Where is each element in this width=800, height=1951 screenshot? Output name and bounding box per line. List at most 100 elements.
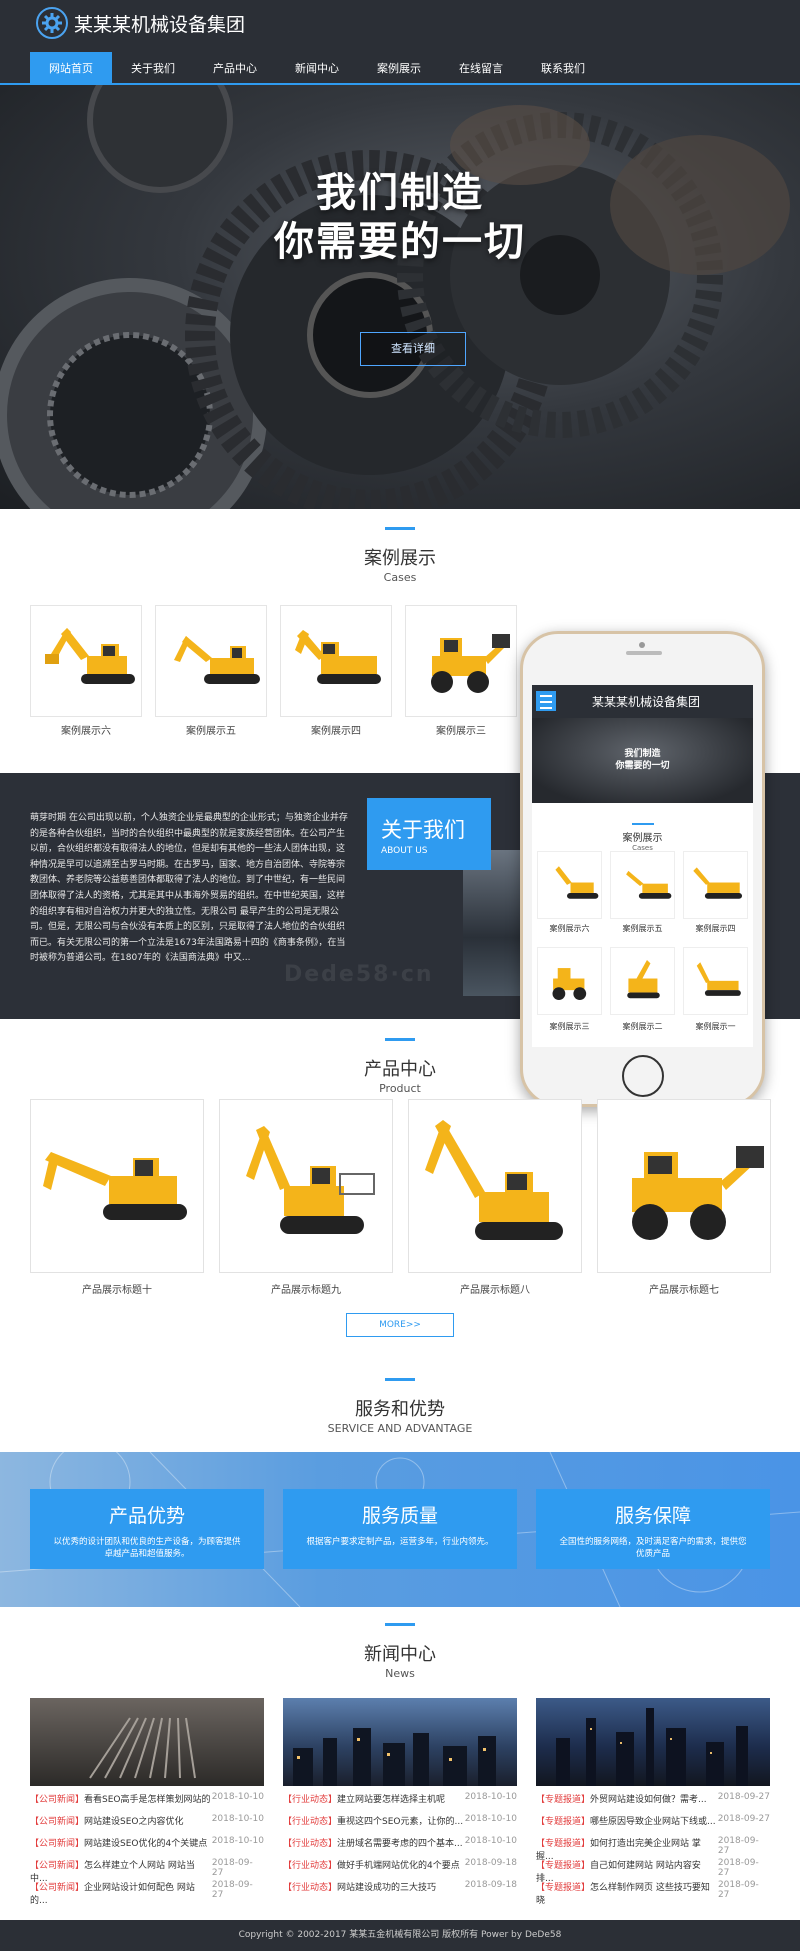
- phone-case-label[interactable]: 案例展示一: [683, 1021, 748, 1032]
- phone-case-label[interactable]: 案例展示六: [537, 923, 602, 934]
- phone-case-card[interactable]: [537, 851, 602, 919]
- news-title: 哪些原因导致企业网站下线或...: [590, 1817, 716, 1827]
- news-item[interactable]: 【公司新闻】企业网站设计如何配色 网站的... 2018-09-27: [30, 1880, 264, 1906]
- news-item[interactable]: 【行业动态】网站建设成功的三大技巧 2018-09-18: [283, 1880, 517, 1900]
- case-label[interactable]: 案例展示四: [280, 722, 392, 737]
- nav-item-message[interactable]: 在线留言: [440, 52, 522, 85]
- news-item[interactable]: 【公司新闻】怎么样建立个人网站 网站当中... 2018-09-27: [30, 1858, 264, 1884]
- service-card-title: 产品优势: [108, 1505, 185, 1527]
- news-image-city[interactable]: [283, 1698, 517, 1786]
- phone-cases-heading: 案例展示 Cases: [532, 823, 753, 852]
- news-tag: 【公司新闻】: [30, 1883, 85, 1893]
- phone-banner-line-2: 你需要的一切: [615, 761, 670, 771]
- phone-case-label[interactable]: 案例展示二: [610, 1021, 675, 1032]
- nav-item-products[interactable]: 产品中心: [194, 52, 276, 85]
- product-label[interactable]: 产品展示标题七: [597, 1281, 771, 1296]
- service-card[interactable]: 产品优势 以优秀的设计团队和优良的生产设备，为顾客提供卓越产品和超值服务。: [30, 1489, 264, 1569]
- products-en: Product: [379, 1082, 421, 1095]
- phone-speaker: [626, 651, 662, 655]
- product-card[interactable]: [597, 1099, 771, 1273]
- footer-copyright: Copyright © 2002-2017 某某五金机械有限公司 版权所有 Po…: [0, 1920, 800, 1951]
- news-tag: 【行业动态】: [283, 1861, 338, 1871]
- case-card[interactable]: [280, 605, 392, 717]
- news-date: 2018-09-27: [717, 1792, 770, 1802]
- news-date: 2018-10-10: [211, 1836, 264, 1846]
- news-tag: 【专题报道】: [536, 1861, 591, 1871]
- phone-banner: 我们制造 你需要的一切: [532, 718, 753, 803]
- case-label[interactable]: 案例展示五: [155, 722, 267, 737]
- wheel-loader-image: [632, 1146, 764, 1240]
- case-card[interactable]: [30, 605, 142, 717]
- news-item[interactable]: 【专题报道】怎么样制作网页 这些技巧要知晓 2018-09-27: [536, 1880, 770, 1906]
- news-tag: 【行业动态】: [283, 1817, 338, 1827]
- news-item[interactable]: 【行业动态】做好手机端网站优化的4个要点 2018-09-18: [283, 1858, 517, 1878]
- city-photo: [293, 1728, 496, 1786]
- logo[interactable]: 某某某机械设备集团: [36, 7, 245, 39]
- heading-bar: [631, 823, 654, 825]
- phone-case-label[interactable]: 案例展示五: [610, 923, 675, 934]
- excavator-image: [295, 630, 381, 684]
- news-item[interactable]: 【行业动态】重视这四个SEO元素，让你的... 2018-10-10: [283, 1814, 517, 1834]
- news-title: 新闻中心: [364, 1644, 436, 1665]
- site-header: 某某某机械设备集团 网站首页 关于我们 产品中心 新闻中心 案例展示 在线留言 …: [0, 0, 800, 85]
- about-image: [463, 850, 523, 996]
- banner-detail-button[interactable]: 查看详细: [360, 332, 466, 366]
- news-title: 网站建设SEO之内容优化: [84, 1817, 184, 1827]
- news-image-machine[interactable]: [30, 1698, 264, 1786]
- product-label[interactable]: 产品展示标题九: [219, 1281, 393, 1296]
- excavator-image: [693, 867, 743, 899]
- news-item[interactable]: 【行业动态】建立网站要怎样选择主机呢 2018-10-10: [283, 1792, 517, 1812]
- service-card-desc: 根据客户要求定制产品，运营多年，行业内领先。: [306, 1537, 494, 1547]
- phone-case-label[interactable]: 案例展示四: [683, 923, 748, 934]
- service-card[interactable]: 服务保障 全国性的服务网络，及时满足客户的需求，提供您优质产品: [536, 1489, 770, 1569]
- hamburger-menu-icon[interactable]: [536, 691, 556, 711]
- phone-case-card[interactable]: [683, 851, 748, 919]
- product-label[interactable]: 产品展示标题八: [408, 1281, 582, 1296]
- phone-case-card[interactable]: [537, 947, 602, 1015]
- service-heading: 服务和优势 SERVICE AND ADVANTAGE: [0, 1378, 800, 1435]
- product-card[interactable]: [219, 1099, 393, 1273]
- news-item[interactable]: 【专题报道】自己如何建网站 网站内容安排... 2018-09-27: [536, 1858, 770, 1884]
- news-item[interactable]: 【行业动态】注册域名需要考虑的四个基本... 2018-10-10: [283, 1836, 517, 1856]
- news-date: 2018-10-10: [211, 1814, 264, 1824]
- news-image-skyline[interactable]: [536, 1698, 770, 1786]
- case-label[interactable]: 案例展示六: [30, 722, 142, 737]
- product-card[interactable]: [30, 1099, 204, 1273]
- cases-heading: 案例展示 Cases: [0, 527, 800, 584]
- more-button[interactable]: MORE>>: [346, 1313, 454, 1337]
- news-title: 重视这四个SEO元素，让你的...: [337, 1817, 464, 1827]
- news-item[interactable]: 【公司新闻】看看SEO高手是怎样策划网站的 2018-10-10: [30, 1792, 264, 1812]
- heading-bar: [385, 1623, 415, 1626]
- nav-item-about[interactable]: 关于我们: [112, 52, 194, 85]
- product-label[interactable]: 产品展示标题十: [30, 1281, 204, 1296]
- news-tag: 【公司新闻】: [30, 1817, 85, 1827]
- news-en: News: [385, 1667, 415, 1680]
- news-date: 2018-09-27: [717, 1858, 759, 1878]
- news-title: 注册域名需要考虑的四个基本...: [337, 1839, 463, 1849]
- news-item[interactable]: 【公司新闻】网站建设SEO之内容优化 2018-10-10: [30, 1814, 264, 1834]
- case-card[interactable]: [405, 605, 517, 717]
- about-title: 关于我们: [381, 818, 465, 842]
- phone-case-card[interactable]: [610, 947, 675, 1015]
- news-item[interactable]: 【专题报道】外贸网站建设如何做？需考... 2018-09-27: [536, 1792, 770, 1812]
- service-card[interactable]: 服务质量 根据客户要求定制产品，运营多年，行业内领先。: [283, 1489, 517, 1569]
- news-date: 2018-09-27: [211, 1880, 253, 1900]
- service-title: 服务和优势: [355, 1399, 445, 1420]
- nav-item-contact[interactable]: 联系我们: [522, 52, 604, 85]
- case-label[interactable]: 案例展示三: [405, 722, 517, 737]
- about-title-box[interactable]: 关于我们 ABOUT US: [367, 798, 491, 870]
- product-card[interactable]: [408, 1099, 582, 1273]
- news-tag: 【专题报道】: [536, 1839, 591, 1849]
- phone-case-label[interactable]: 案例展示三: [537, 1021, 602, 1032]
- news-item[interactable]: 【专题报道】哪些原因导致企业网站下线或... 2018-09-27: [536, 1814, 770, 1834]
- news-tag: 【专题报道】: [536, 1883, 591, 1893]
- case-card[interactable]: [155, 605, 267, 717]
- news-item[interactable]: 【专题报道】如何打造出完美企业网站 掌握... 2018-09-27: [536, 1836, 770, 1862]
- cases-title: 案例展示: [364, 548, 436, 569]
- nav-item-home[interactable]: 网站首页: [30, 52, 112, 85]
- phone-case-card[interactable]: [683, 947, 748, 1015]
- news-item[interactable]: 【公司新闻】网站建设SEO优化的4个关键点 2018-10-10: [30, 1836, 264, 1856]
- nav-item-cases[interactable]: 案例展示: [358, 52, 440, 85]
- nav-item-news[interactable]: 新闻中心: [276, 52, 358, 85]
- phone-case-card[interactable]: [610, 851, 675, 919]
